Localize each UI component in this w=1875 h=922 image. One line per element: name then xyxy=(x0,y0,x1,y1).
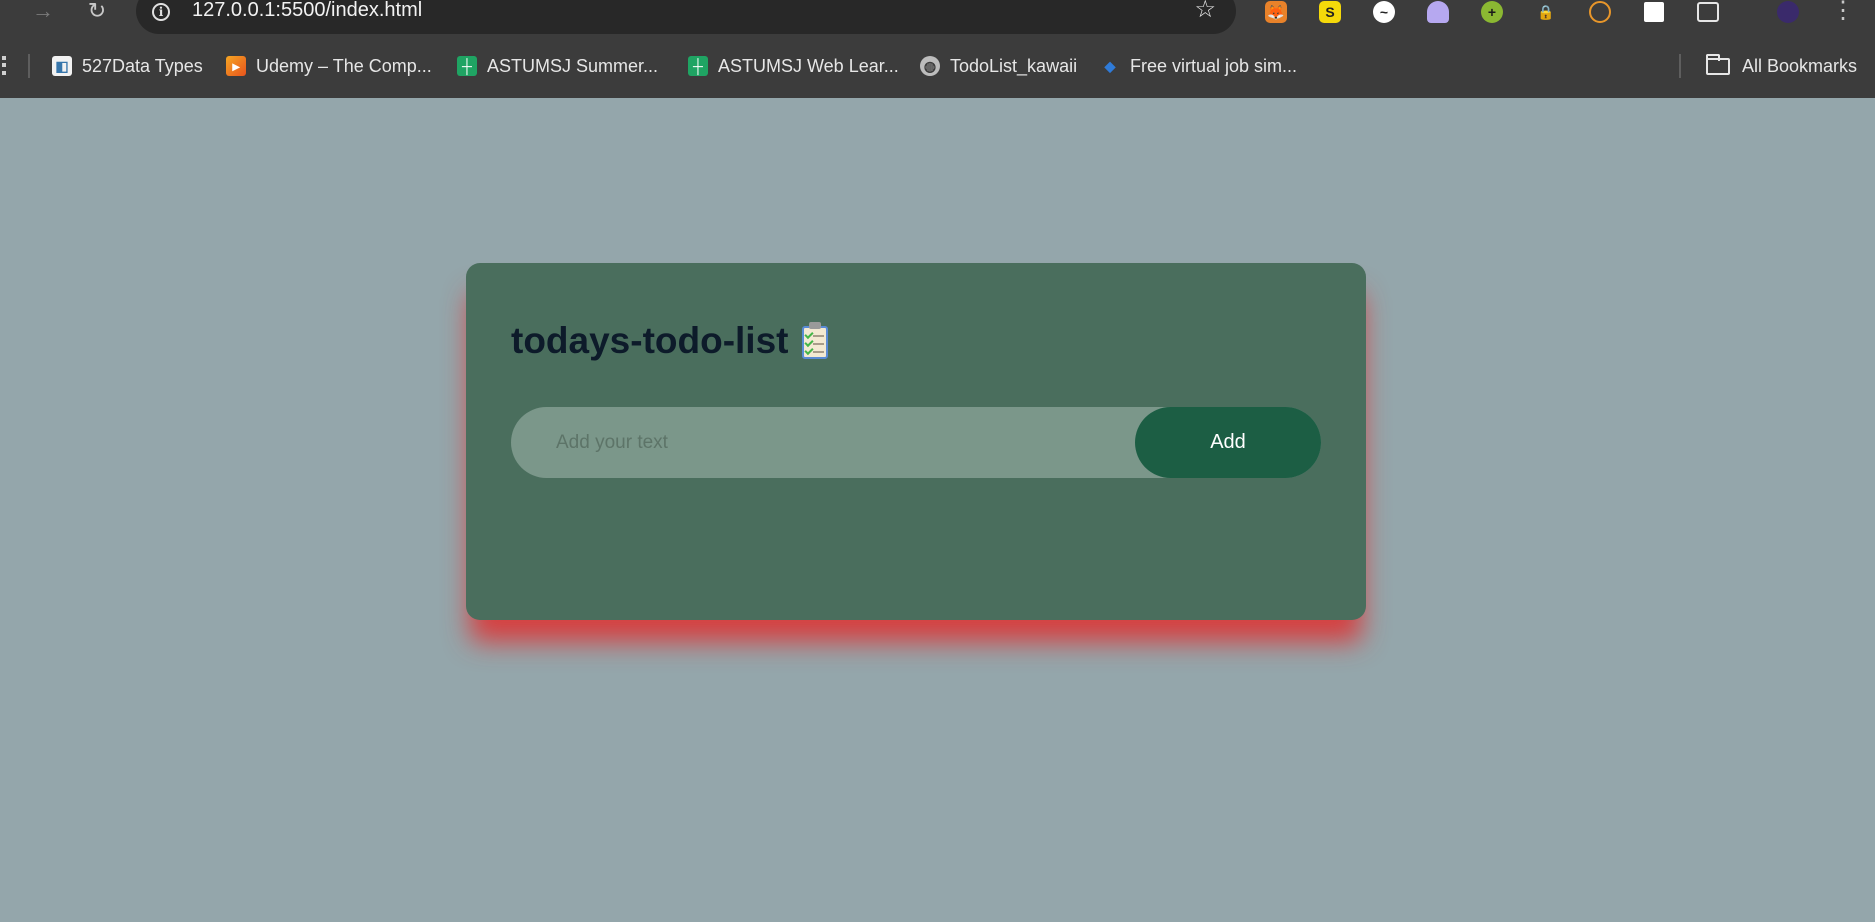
bookmark-item[interactable]: ◆ Free virtual job sim... xyxy=(1100,54,1297,78)
bookmark-label: TodoList_kawaii xyxy=(950,55,1078,76)
google-sheets-icon: ┼ xyxy=(688,56,708,76)
site-info-icon[interactable]: i xyxy=(152,3,170,21)
address-bar[interactable]: i 127.0.0.1:5500/index.html ☆ xyxy=(136,0,1236,34)
more-menu-icon[interactable]: ⋮ xyxy=(1828,0,1858,23)
google-sheets-icon: ┼ xyxy=(457,56,477,76)
bookmarks-bar: ◧ 527Data Types ▸ Udemy – The Comp... ┼ … xyxy=(0,44,1875,88)
lock-icon[interactable]: 🔒 xyxy=(1533,0,1559,24)
bookmark-item[interactable]: ┼ ASTUMSJ Web Lear... xyxy=(688,54,899,78)
reload-icon[interactable]: ↻ xyxy=(82,0,112,22)
bookmark-label: ASTUMSJ Summer... xyxy=(487,55,659,76)
timer-icon[interactable] xyxy=(1587,0,1613,24)
browser-chrome: → ↻ i 127.0.0.1:5500/index.html ☆ 🦊 S ~ … xyxy=(0,0,1875,98)
bookmark-label: Udemy – The Comp... xyxy=(256,55,432,76)
ghost-icon[interactable] xyxy=(1425,0,1451,24)
chart-icon[interactable] xyxy=(1641,0,1667,24)
add-button[interactable]: Add xyxy=(1135,407,1321,478)
apps-grid-icon[interactable] xyxy=(0,56,6,76)
forage-icon: ◆ xyxy=(1104,57,1116,74)
clipboard-icon xyxy=(800,322,830,360)
browser-toolbar: → ↻ i 127.0.0.1:5500/index.html ☆ 🦊 S ~ … xyxy=(0,0,1875,34)
bookmarks-divider xyxy=(28,54,30,78)
bookmark-label: 527Data Types xyxy=(82,55,203,76)
bookmark-star-icon[interactable]: ☆ xyxy=(1194,0,1216,22)
bookmarks-divider xyxy=(1679,54,1681,78)
bookmark-item[interactable]: ◍ TodoList_kawaii xyxy=(920,54,1077,78)
add-todo-row: Add xyxy=(511,407,1321,478)
globe-icon: ◍ xyxy=(920,56,940,76)
stack-icon[interactable]: S xyxy=(1317,0,1343,24)
forward-arrow-icon[interactable]: → xyxy=(28,0,58,22)
metamask-icon[interactable]: 🦊 xyxy=(1263,0,1289,24)
bookmark-item[interactable]: ◧ 527Data Types xyxy=(52,54,203,78)
all-bookmarks-button[interactable]: All Bookmarks xyxy=(1706,53,1858,78)
bookmark-item[interactable]: ▸ Udemy – The Comp... xyxy=(226,54,432,78)
udemy-icon: ▸ xyxy=(226,56,246,76)
bookmark-label: Free virtual job sim... xyxy=(1130,55,1298,76)
puzzle-icon[interactable] xyxy=(1695,0,1721,24)
avatar[interactable] xyxy=(1775,0,1801,24)
bookmark-item[interactable]: ┼ ASTUMSJ Summer... xyxy=(457,54,658,78)
page-title: todays-todo-list xyxy=(511,320,830,362)
bookmark-label: ASTUMSJ Web Lear... xyxy=(718,55,899,76)
python-doc-icon: ◧ xyxy=(52,56,72,76)
all-bookmarks-label: All Bookmarks xyxy=(1742,55,1858,76)
title-text: todays-todo-list xyxy=(511,320,789,361)
plus-circle-icon[interactable]: + xyxy=(1479,0,1505,24)
url-text[interactable]: 127.0.0.1:5500/index.html xyxy=(192,0,422,22)
graph-icon[interactable]: ~ xyxy=(1371,0,1397,24)
todo-card: todays-todo-list Add xyxy=(466,263,1366,620)
folder-icon xyxy=(1706,53,1730,75)
